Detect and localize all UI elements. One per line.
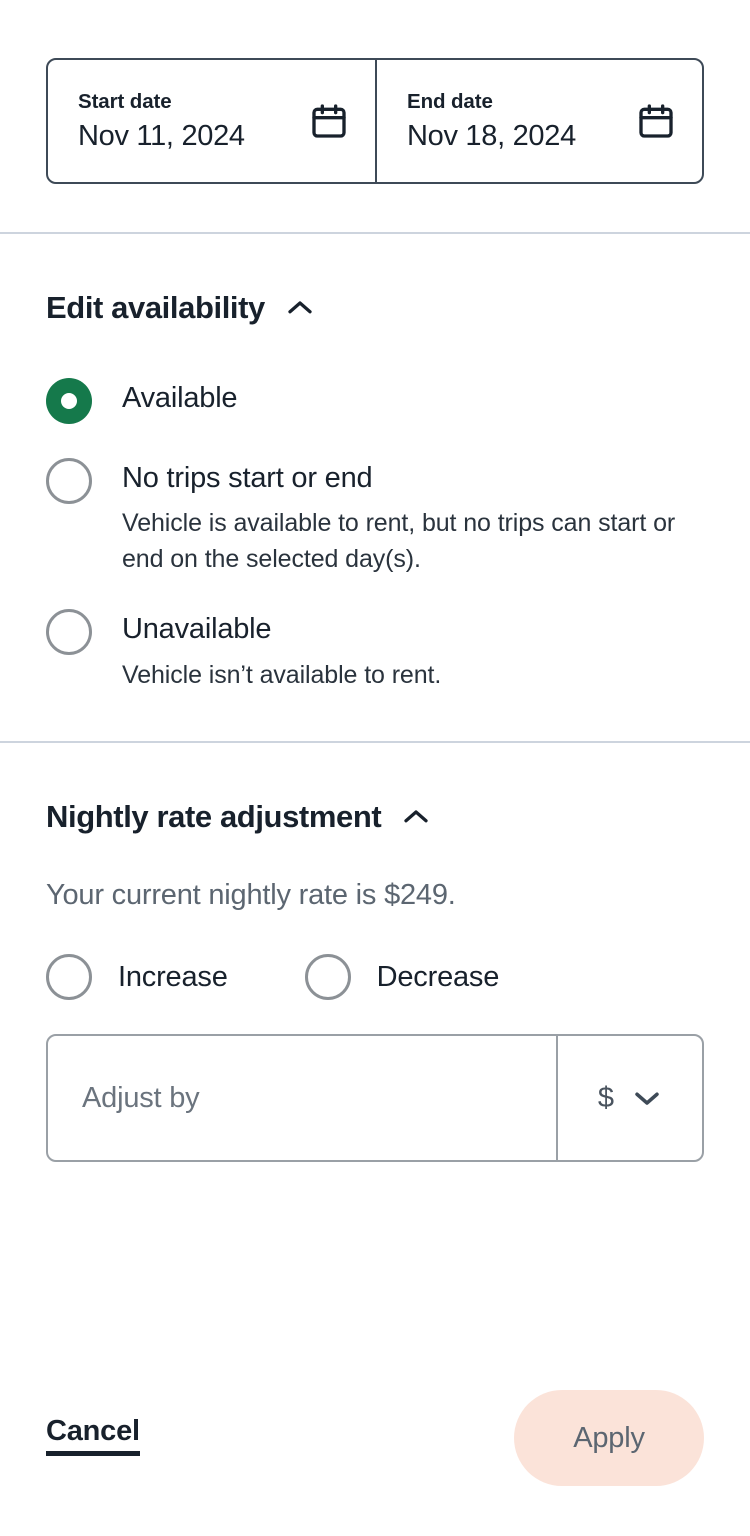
date-range-section: Start date Nov 11, 2024 End date Nov 18,… — [0, 0, 750, 184]
unit-select-value: $ — [598, 1082, 614, 1115]
rate-direction-label: Increase — [118, 961, 228, 994]
end-date-label: End date — [407, 90, 576, 114]
availability-option-no-trips-body: No trips start or end Vehicle is availab… — [122, 458, 702, 577]
chevron-down-icon — [632, 1088, 662, 1108]
radio-available[interactable] — [46, 378, 92, 424]
radio-decrease[interactable] — [305, 954, 351, 1000]
calendar-icon — [636, 101, 676, 141]
edit-availability-title: Edit availability — [46, 290, 265, 326]
start-date-texts: Start date Nov 11, 2024 — [78, 90, 245, 153]
chevron-up-icon[interactable] — [285, 298, 315, 318]
apply-button[interactable]: Apply — [514, 1390, 704, 1486]
rate-direction-decrease[interactable]: Decrease — [305, 954, 500, 1000]
sheet-footer: Cancel Apply — [0, 1340, 750, 1536]
cancel-button[interactable]: Cancel — [46, 1417, 140, 1456]
availability-option-label: Available — [122, 380, 237, 416]
nightly-rate-title: Nightly rate adjustment — [46, 799, 381, 835]
edit-availability-header[interactable]: Edit availability — [46, 290, 704, 326]
availability-edit-sheet: Start date Nov 11, 2024 End date Nov 18,… — [0, 0, 750, 1536]
availability-option-unavailable[interactable]: Unavailable Vehicle isn’t available to r… — [46, 609, 704, 693]
end-date-texts: End date Nov 18, 2024 — [407, 90, 576, 153]
edit-availability-section: Edit availability Available No trips sta… — [0, 234, 750, 741]
rate-direction-group: Increase Decrease — [46, 954, 704, 1000]
start-date-value: Nov 11, 2024 — [78, 120, 245, 153]
adjust-by-input[interactable]: Adjust by — [48, 1036, 556, 1160]
current-rate-note: Your current nightly rate is $249. — [46, 879, 704, 912]
nightly-rate-header[interactable]: Nightly rate adjustment — [46, 799, 704, 835]
date-range-control: Start date Nov 11, 2024 End date Nov 18,… — [46, 58, 704, 184]
start-date-label: Start date — [78, 90, 245, 114]
radio-no-trips-start-or-end[interactable] — [46, 458, 92, 504]
start-date-field[interactable]: Start date Nov 11, 2024 — [48, 60, 375, 182]
availability-option-available-body: Available — [122, 378, 237, 416]
availability-option-no-trips[interactable]: No trips start or end Vehicle is availab… — [46, 458, 704, 577]
availability-option-label: Unavailable — [122, 611, 441, 647]
chevron-up-icon[interactable] — [401, 807, 431, 827]
availability-option-description: Vehicle isn’t available to rent. — [122, 658, 441, 694]
radio-unavailable[interactable] — [46, 609, 92, 655]
adjust-amount-control: Adjust by $ — [46, 1034, 704, 1162]
availability-option-description: Vehicle is available to rent, but no tri… — [122, 506, 702, 577]
rate-direction-increase[interactable]: Increase — [46, 954, 228, 1000]
calendar-icon — [309, 101, 349, 141]
end-date-field[interactable]: End date Nov 18, 2024 — [375, 60, 702, 182]
availability-option-unavailable-body: Unavailable Vehicle isn’t available to r… — [122, 609, 441, 693]
end-date-value: Nov 18, 2024 — [407, 120, 576, 153]
availability-option-available[interactable]: Available — [46, 378, 704, 424]
radio-increase[interactable] — [46, 954, 92, 1000]
nightly-rate-section: Nightly rate adjustment Your current nig… — [0, 743, 750, 1162]
availability-option-label: No trips start or end — [122, 460, 702, 496]
rate-direction-label: Decrease — [377, 961, 500, 994]
unit-select[interactable]: $ — [556, 1036, 702, 1160]
